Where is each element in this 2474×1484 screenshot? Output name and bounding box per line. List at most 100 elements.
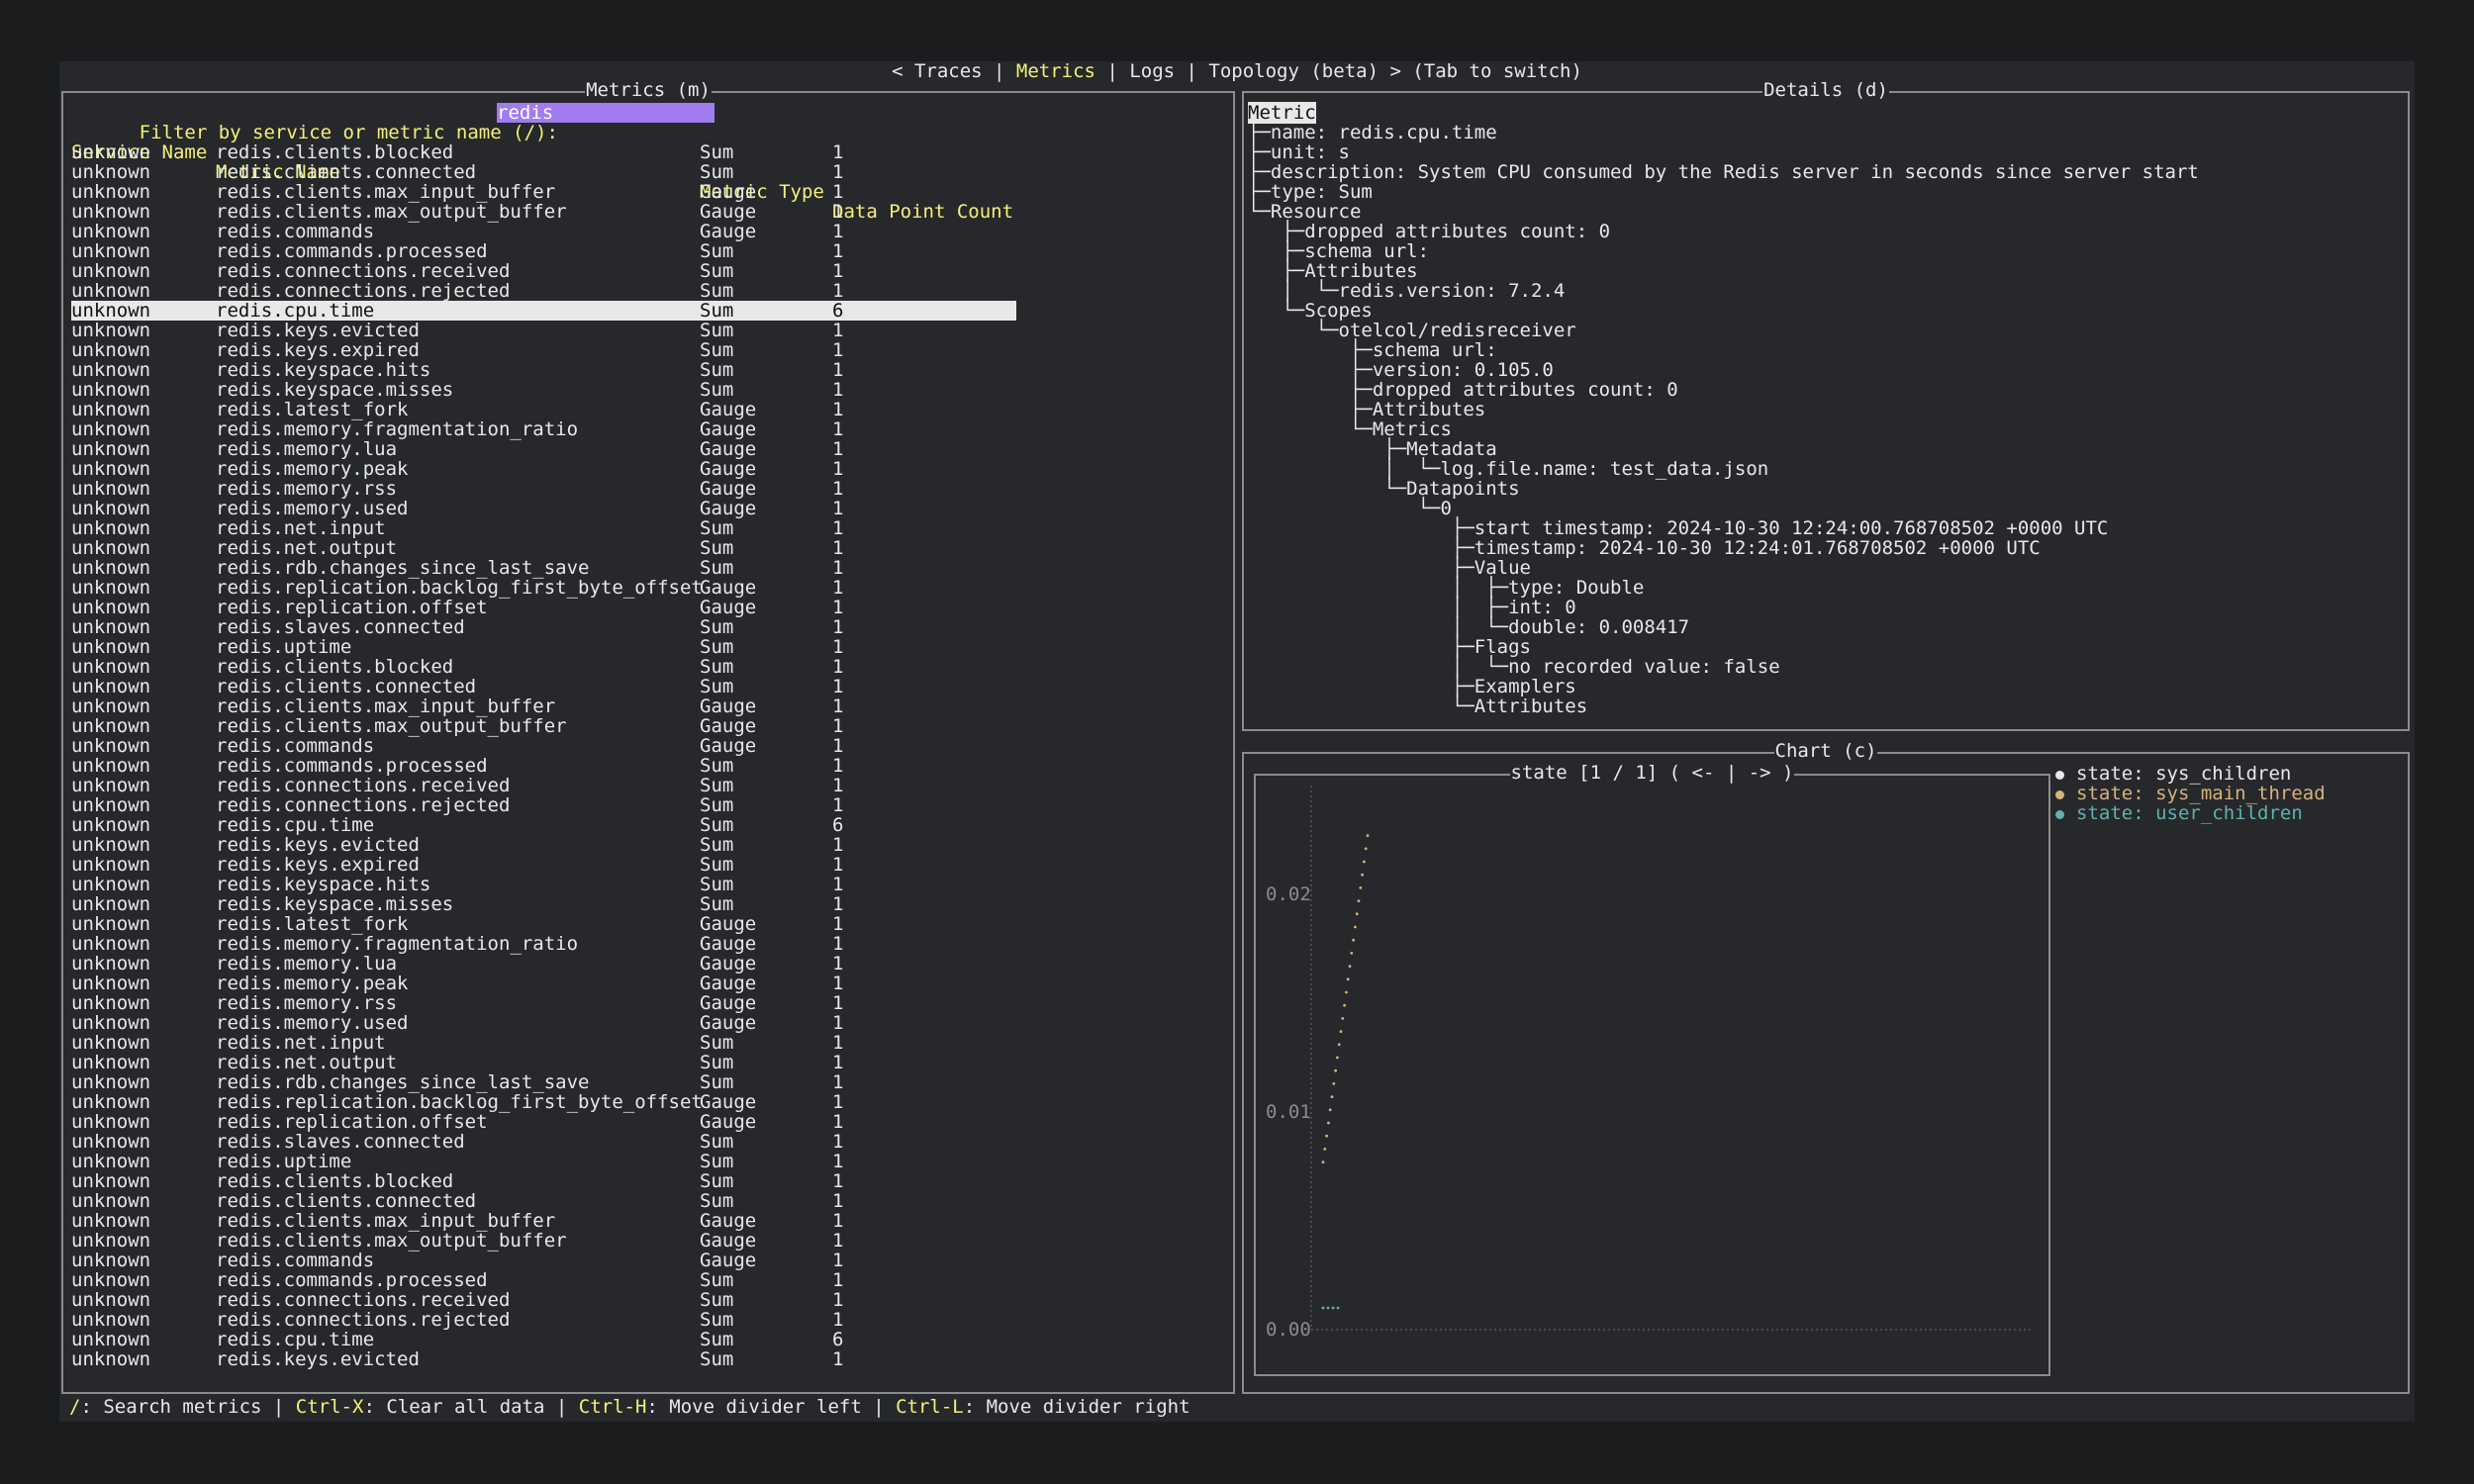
table-row[interactable]: unknown redis.memory.lua Gauge 1 [71, 439, 1219, 459]
table-row[interactable]: unknown redis.commands.processed Sum 1 [71, 241, 1219, 261]
table-row[interactable]: unknown redis.connections.received Sum 1 [71, 1290, 1219, 1310]
table-row[interactable]: unknown redis.memory.fragmentation_ratio G… [71, 934, 1219, 954]
table-row[interactable]: unknown redis.clients.max_input_buffer Gau… [71, 182, 1219, 202]
table-row[interactable]: unknown redis.keyspace.misses Sum 1 [71, 380, 1219, 400]
table-row[interactable]: unknown redis.net.input Sum 1 [71, 1033, 1219, 1053]
table-row[interactable]: unknown redis.clients.connected Sum 1 [71, 677, 1219, 696]
table-row[interactable]: unknown redis.keys.evicted Sum 1 [71, 835, 1219, 855]
table-row[interactable]: unknown redis.latest_fork Gauge 1 [71, 914, 1219, 934]
tree-node[interactable]: │ ├─type: Double [1248, 578, 1644, 598]
tree-node[interactable]: ├─name: redis.cpu.time [1248, 123, 1497, 142]
table-row[interactable]: unknown redis.slaves.connected Sum 1 [71, 617, 1219, 637]
table-row[interactable]: unknown redis.clients.max_output_buffer Ga… [71, 202, 1219, 222]
table-row[interactable]: unknown redis.cpu.time Sum 6 [71, 1330, 1219, 1349]
table-row[interactable]: unknown redis.clients.max_input_buffer Gau… [71, 696, 1219, 716]
table-row[interactable]: unknown redis.replication.backlog_first_b… [71, 578, 1219, 598]
table-row[interactable]: unknown redis.keyspace.misses Sum 1 [71, 894, 1219, 914]
tree-node[interactable]: └─Resource [1248, 202, 1361, 222]
table-row[interactable]: unknown redis.memory.used Gauge 1 [71, 499, 1219, 518]
table-row[interactable]: unknown redis.clients.connected Sum 1 [71, 162, 1219, 182]
table-row[interactable]: unknown redis.rdb.changes_since_last_save… [71, 558, 1219, 578]
table-row[interactable]: unknown redis.latest_fork Gauge 1 [71, 400, 1219, 419]
table-row[interactable]: unknown redis.keys.evicted Sum 1 [71, 321, 1219, 340]
tree-node[interactable]: ├─schema url: [1248, 241, 1429, 261]
tree-node[interactable]: ├─Examplers [1248, 677, 1576, 696]
tab-logs[interactable]: Logs [1129, 60, 1175, 82]
tree-node[interactable]: └─Datapoints [1248, 479, 1519, 499]
table-row[interactable]: unknown redis.memory.lua Gauge 1 [71, 954, 1219, 974]
table-row[interactable]: unknown redis.rdb.changes_since_last_save… [71, 1072, 1219, 1092]
table-row[interactable]: unknown redis.keys.expired Sum 1 [71, 855, 1219, 875]
tree-node[interactable]: ├─schema url: [1248, 340, 1497, 360]
table-row[interactable]: unknown redis.memory.fragmentation_ratio G… [71, 419, 1219, 439]
tree-node[interactable]: │ └─log.file.name: test_data.json [1248, 459, 1768, 479]
tree-node[interactable]: └─otelcol/redisreceiver [1248, 321, 1576, 340]
table-row[interactable]: unknown redis.clients.blocked Sum 1 [71, 657, 1219, 677]
table-row[interactable]: unknown redis.replication.backlog_first_b… [71, 1092, 1219, 1112]
tree-node[interactable]: └─Metrics [1248, 419, 1452, 439]
table-row[interactable]: unknown redis.connections.rejected Sum 1 [71, 281, 1219, 301]
table-row[interactable]: unknown redis.uptime Sum 1 [71, 1152, 1219, 1171]
table-row[interactable]: unknown redis.clients.connected Sum 1 [71, 1191, 1219, 1211]
tree-node[interactable]: ├─Attributes [1248, 261, 1417, 281]
tree-node[interactable]: ├─Flags [1248, 637, 1531, 657]
table-row[interactable]: unknown redis.connections.received Sum 1 [71, 776, 1219, 795]
table-row[interactable]: unknown redis.commands Gauge 1 [71, 1251, 1219, 1270]
tree-node[interactable]: ├─dropped attributes count: 0 [1248, 222, 1610, 241]
table-row[interactable]: unknown redis.clients.max_output_buffer Ga… [71, 716, 1219, 736]
filter-input[interactable]: redis [497, 103, 714, 123]
table-row[interactable]: unknown redis.connections.received Sum 1 [71, 261, 1219, 281]
tree-node[interactable]: └─0 [1248, 499, 1452, 518]
table-row[interactable]: unknown redis.memory.peak Gauge 1 [71, 974, 1219, 993]
table-row[interactable]: unknown redis.keys.expired Sum 1 [71, 340, 1219, 360]
table-row[interactable]: unknown redis.commands Gauge 1 [71, 222, 1219, 241]
tree-node[interactable]: │ └─double: 0.008417 [1248, 617, 1689, 637]
legend-item[interactable]: state: sys_main_thread [2055, 784, 2326, 803]
chart-panel[interactable]: Chart (c) state [1 / 1] ( <- | -> ) 0.00… [1242, 740, 2410, 1394]
table-row[interactable]: unknown redis.memory.rss Gauge 1 [71, 993, 1219, 1013]
table-row[interactable]: unknown redis.memory.used Gauge 1 [71, 1013, 1219, 1033]
table-row[interactable]: unknown redis.keyspace.hits Sum 1 [71, 875, 1219, 894]
table-row[interactable]: unknown redis.clients.blocked Sum 1 [71, 142, 1219, 162]
tree-node[interactable]: │ └─no recorded value: false [1248, 657, 1780, 677]
table-row[interactable]: unknown redis.clients.max_output_buffer Ga… [71, 1231, 1219, 1251]
tree-node[interactable]: ├─description: System CPU consumed by th… [1248, 162, 2199, 182]
table-row[interactable]: unknown redis.memory.peak Gauge 1 [71, 459, 1219, 479]
tree-node[interactable]: ├─timestamp: 2024-10-30 12:24:01.7687085… [1248, 538, 2041, 558]
table-row[interactable]: unknown redis.net.input Sum 1 [71, 518, 1219, 538]
table-row[interactable]: unknown redis.clients.max_input_buffer Gau… [71, 1211, 1219, 1231]
details-panel[interactable]: Details (d) Metric ├─name: redis.cpu.time… [1242, 79, 2410, 731]
table-row[interactable]: unknown redis.commands.processed Sum 1 [71, 1270, 1219, 1290]
table-row-selected[interactable]: unknown redis.cpu.time Sum 6 [71, 301, 1016, 321]
tab-topology[interactable]: Topology (beta) [1208, 60, 1379, 82]
table-row[interactable]: unknown redis.memory.rss Gauge 1 [71, 479, 1219, 499]
table-row[interactable]: unknown redis.slaves.connected Sum 1 [71, 1132, 1219, 1152]
table-row[interactable]: unknown redis.uptime Sum 1 [71, 637, 1219, 657]
table-row[interactable]: unknown redis.replication.offset Gauge 1 [71, 1112, 1219, 1132]
tab-metrics[interactable]: Metrics [1016, 60, 1095, 82]
tree-node[interactable]: ├─Metadata [1248, 439, 1496, 459]
table-row[interactable]: unknown redis.cpu.time Sum 6 [71, 815, 1219, 835]
tab-traces[interactable]: Traces [914, 60, 983, 82]
tree-node[interactable]: ├─start timestamp: 2024-10-30 12:24:00.7… [1248, 518, 2108, 538]
tab-prev-arrow[interactable]: < [892, 60, 914, 82]
table-row[interactable]: unknown redis.keys.evicted Sum 1 [71, 1349, 1219, 1369]
legend-item[interactable]: state: sys_children [2055, 764, 2291, 784]
tree-node[interactable]: │ └─redis.version: 7.2.4 [1248, 281, 1565, 301]
table-row[interactable]: unknown redis.connections.rejected Sum 1 [71, 1310, 1219, 1330]
tree-node[interactable]: └─Scopes [1248, 301, 1373, 321]
tree-node[interactable]: ├─Value [1248, 558, 1531, 578]
table-row[interactable]: unknown redis.connections.rejected Sum 1 [71, 795, 1219, 815]
tree-node[interactable]: ├─version: 0.105.0 [1248, 360, 1554, 380]
tree-node[interactable]: │ ├─int: 0 [1248, 598, 1576, 617]
tree-node[interactable]: ├─Attributes [1248, 400, 1485, 419]
tree-root-metric[interactable]: Metric [1248, 102, 1316, 124]
table-row[interactable]: unknown redis.commands.processed Sum 1 [71, 756, 1219, 776]
table-row[interactable]: unknown redis.net.output Sum 1 [71, 538, 1219, 558]
table-row[interactable]: unknown redis.clients.blocked Sum 1 [71, 1171, 1219, 1191]
metrics-panel[interactable]: Metrics (m) Filter by service or metric … [61, 79, 1235, 1394]
legend-item[interactable]: state: user_children [2055, 803, 2303, 823]
table-row[interactable]: unknown redis.commands Gauge 1 [71, 736, 1219, 756]
tree-node[interactable]: ├─unit: s [1248, 142, 1350, 162]
tree-node[interactable]: └─Attributes [1248, 696, 1587, 716]
